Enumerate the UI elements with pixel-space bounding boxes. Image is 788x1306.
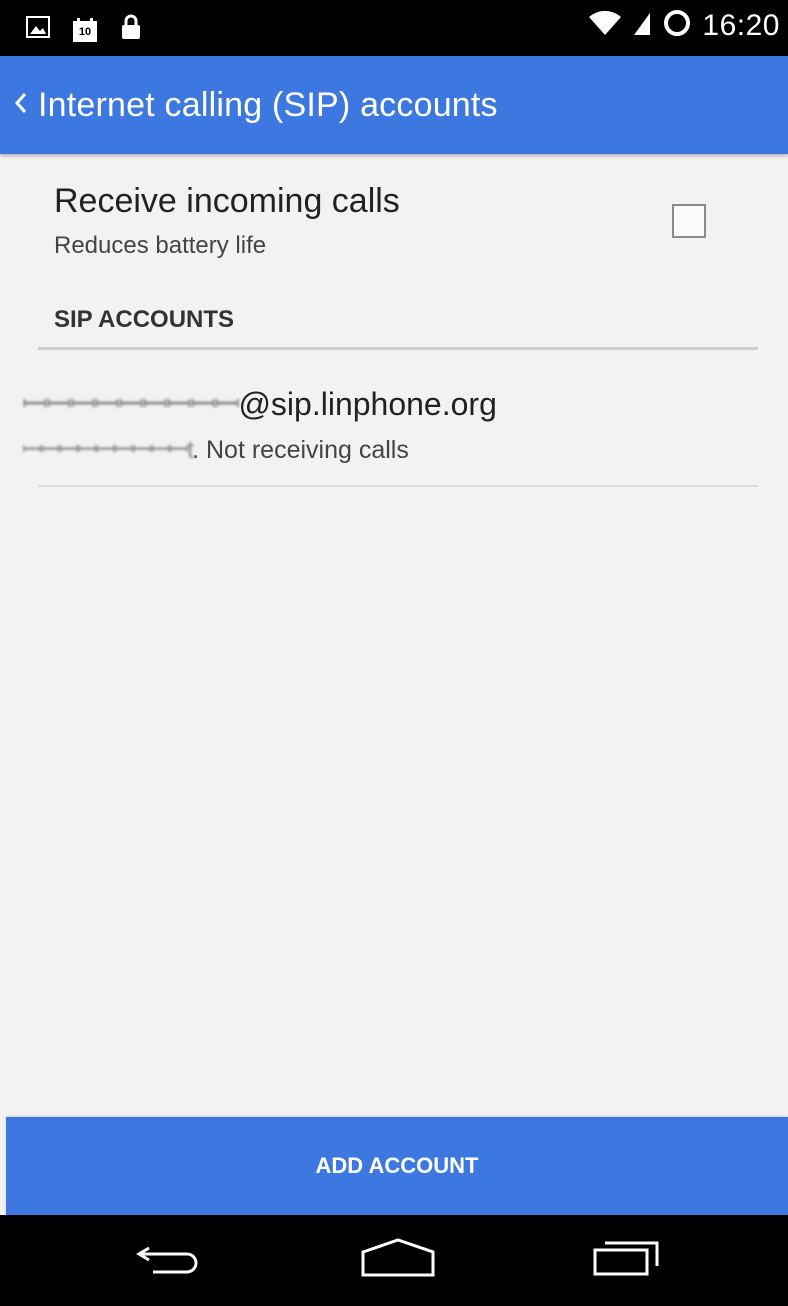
account-status-redacted: ꟷꟷꟷꟷꟷꟷꟷꟷꟷt [22,436,194,464]
status-bar-system: 16:20 [588,8,780,43]
wifi-icon [588,9,622,42]
account-name-redacted: ꟷꟷꟷꟷꟷꟷꟷꟷꟷ [22,386,240,422]
section-header-sip-accounts: SIP ACCOUNTS [54,306,235,333]
calendar-icon: 10 [72,17,98,43]
section-divider [38,347,758,350]
recents-icon [591,1238,661,1283]
home-icon [360,1238,436,1283]
lock-icon [120,14,142,45]
add-account-button[interactable]: ADD ACCOUNT [6,1117,788,1215]
chevron-left-icon [12,90,30,121]
calendar-day: 10 [78,25,92,38]
nav-back-button[interactable] [110,1215,230,1306]
status-bar: 10 16:20 [0,0,788,56]
page-title: Internet calling (SIP) accounts [38,85,498,124]
gallery-icon [26,15,50,44]
account-status-text: . Not receiving calls [192,436,409,464]
navigation-bar [0,1215,788,1306]
pref-summary: Reduces battery life [54,232,267,259]
nav-home-button[interactable] [338,1215,458,1306]
back-button[interactable] [0,56,38,154]
pref-title: Receive incoming calls [54,182,400,220]
account-domain: @sip.linphone.org [238,386,497,422]
signal-icon [632,9,652,42]
back-icon [135,1240,205,1281]
sip-account-item[interactable]: ꟷꟷꟷꟷꟷꟷꟷꟷꟷ@sip.linphone.org ꟷꟷꟷꟷꟷꟷꟷꟷꟷt. N… [0,352,788,484]
status-bar-notifications: 10 [26,14,142,45]
app-bar: Internet calling (SIP) accounts [0,56,788,154]
account-name: ꟷꟷꟷꟷꟷꟷꟷꟷꟷ@sip.linphone.org [22,382,497,425]
account-status: ꟷꟷꟷꟷꟷꟷꟷꟷꟷt. Not receiving calls [22,432,409,466]
status-time: 16:20 [702,8,780,42]
nav-recents-button[interactable] [566,1215,686,1306]
list-divider [38,485,758,487]
receive-incoming-calls-pref[interactable]: Receive incoming calls Reduces battery l… [0,160,788,280]
receive-calls-checkbox[interactable] [672,204,706,238]
sync-icon [662,8,692,43]
